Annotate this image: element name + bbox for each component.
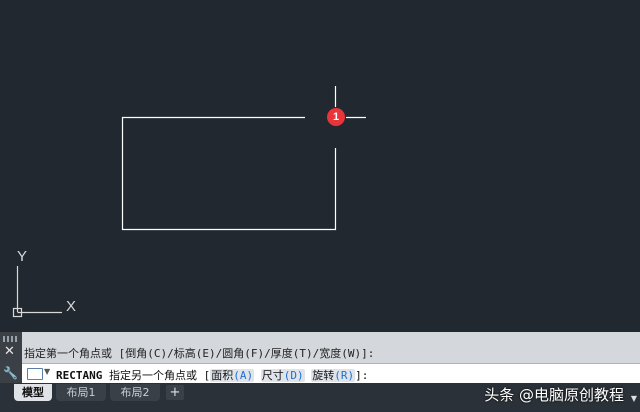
- add-layout-button[interactable]: +: [166, 385, 184, 400]
- wrench-icon[interactable]: 🔧: [3, 366, 18, 380]
- command-line-toolbar: ✕ 🔧: [0, 332, 22, 383]
- option-rotation[interactable]: 旋转(R): [311, 369, 356, 382]
- canvas-geometry: [12, 86, 366, 318]
- prompt-end: ]:: [355, 369, 369, 382]
- command-input[interactable]: ▼ RECTANG 指定另一个角点或 [面积(A) 尺寸(D) 旋转(R)]:: [22, 363, 640, 384]
- option-dimensions-key: (D): [283, 369, 304, 382]
- rectangle-outline: [121, 116, 337, 231]
- menu-triangle-icon[interactable]: ▼: [631, 394, 637, 403]
- option-rotation-key: (R): [334, 369, 355, 382]
- ucs-y-label: Y: [17, 248, 28, 265]
- close-icon[interactable]: ✕: [4, 345, 15, 359]
- command-history-line: 指定第一个角点或 [倒角(C)/标高(E)/圆角(F)/厚度(T)/宽度(W)]…: [24, 347, 375, 360]
- command-prompt-icon[interactable]: [27, 368, 43, 380]
- option-area-label: 面积: [211, 369, 234, 382]
- option-area[interactable]: 面积(A): [210, 369, 255, 382]
- prompt-text: 指定另一个角点或 [: [108, 369, 211, 382]
- drawing-canvas[interactable]: 1 Y X: [0, 0, 640, 332]
- ucs-x-label: X: [66, 298, 77, 315]
- drag-grip-icon[interactable]: [3, 336, 19, 342]
- chevron-down-icon[interactable]: ▼: [44, 367, 50, 376]
- tab-layout2[interactable]: 布局2: [110, 384, 160, 401]
- tab-model[interactable]: 模型: [14, 384, 52, 401]
- ucs-icon: [12, 266, 62, 318]
- tab-layout1[interactable]: 布局1: [56, 384, 106, 401]
- command-name: RECTANG: [56, 369, 103, 382]
- command-prompt: RECTANG 指定另一个角点或 [面积(A) 尺寸(D) 旋转(R)]:: [56, 367, 368, 383]
- option-rotation-label: 旋转: [312, 369, 335, 382]
- option-dimensions-label: 尺寸: [261, 369, 284, 382]
- step-marker-badge: 1: [327, 108, 345, 126]
- option-area-key: (A): [233, 369, 254, 382]
- command-line-panel: ✕ 🔧 指定第一个角点或 [倒角(C)/标高(E)/圆角(F)/厚度(T)/宽度…: [0, 332, 640, 384]
- watermark-text: 头条 @电脑原创教程: [484, 386, 624, 404]
- option-dimensions[interactable]: 尺寸(D): [260, 369, 305, 382]
